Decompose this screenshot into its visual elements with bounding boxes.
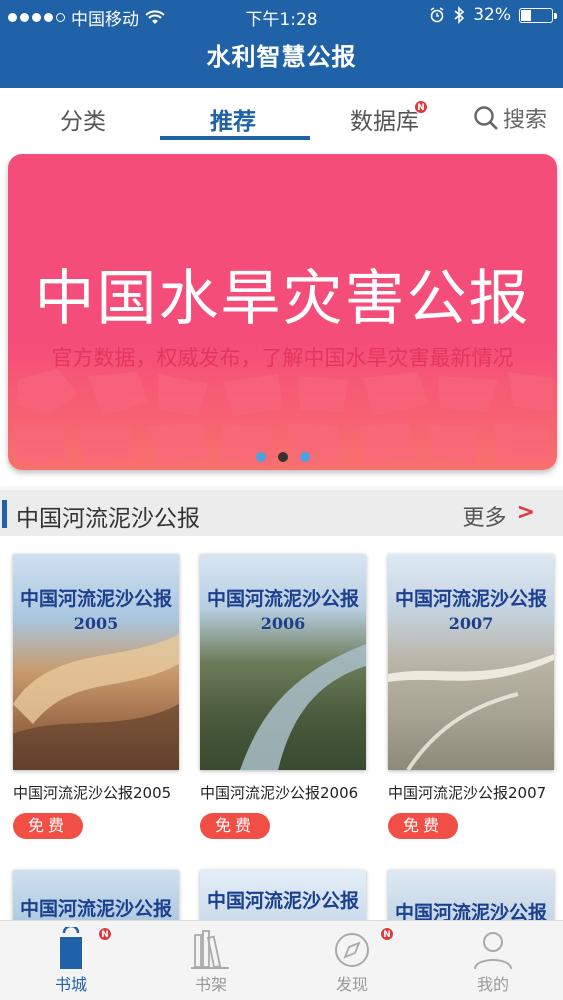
- search-icon: [474, 106, 498, 130]
- book-item-2005[interactable]: 中国河流泥沙公报 2005 中国河流泥沙公报2005 免费: [13, 554, 179, 839]
- tabbar-discover-label: 发现: [335, 975, 368, 994]
- book-cover[interactable]: 中国河流泥沙公报 2007: [388, 554, 554, 770]
- discover-new-badge: N: [380, 927, 394, 941]
- free-badge[interactable]: 免费: [13, 813, 83, 839]
- tabbar-bookstore-label: 书城: [54, 975, 87, 994]
- pager-dot-2[interactable]: [277, 452, 288, 462]
- banner-carousel[interactable]: 中国水旱灾害公报 官方数据，权威发布，了解中国水旱灾害最新情况: [8, 154, 557, 470]
- cover-title: 中国河流泥沙公报: [206, 588, 359, 610]
- bookstore-new-badge: N: [98, 927, 112, 941]
- bluetooth-icon: [454, 6, 465, 24]
- free-badge[interactable]: 免费: [200, 813, 270, 839]
- cover-year: 2006: [260, 614, 306, 633]
- database-new-badge: N: [414, 100, 428, 114]
- tabbar-bookshelf-label: 书架: [194, 975, 227, 994]
- tab-database-label: 数据库: [350, 109, 419, 135]
- book-cover[interactable]: 中国河流泥沙公报 2006: [200, 554, 366, 770]
- cover-title: 中国河流泥沙公报: [19, 588, 172, 610]
- section-header: 中国河流泥沙公报 更多 >: [0, 490, 563, 536]
- chevron-right-icon: >: [516, 500, 535, 525]
- active-tab-indicator: [160, 136, 310, 140]
- tabbar-profile[interactable]: 我的: [453, 927, 533, 995]
- status-right: 32%: [429, 5, 557, 25]
- tabbar-profile-label: 我的: [476, 975, 509, 994]
- pager-dot-1[interactable]: [255, 452, 266, 462]
- section-title: 中国河流泥沙公报: [16, 506, 200, 532]
- more-label: 更多: [462, 506, 507, 531]
- cover-year: 2005: [73, 614, 119, 633]
- carousel-pager[interactable]: [8, 452, 557, 462]
- status-bar: 中国移动 下午1:28 32%: [0, 0, 563, 30]
- banner-title: 中国水旱灾害公报: [34, 264, 531, 334]
- cover-title: 中国河流泥沙公报: [394, 588, 547, 610]
- book-item-2007[interactable]: 中国河流泥沙公报 2007 中国河流泥沙公报2007 免费: [388, 554, 554, 839]
- top-tabs: 分类 推荐 数据库 N 搜索: [0, 88, 563, 146]
- book-title[interactable]: 中国河流泥沙公报2006: [200, 782, 366, 803]
- section-accent-bar: [2, 500, 7, 528]
- book-cover[interactable]: 中国河流泥沙公报 2005: [13, 554, 179, 770]
- pager-dot-3[interactable]: [299, 452, 310, 462]
- book-title[interactable]: 中国河流泥沙公报2007: [388, 782, 554, 803]
- book-list: 中国河流泥沙公报 2005 中国河流泥沙公报2005 免费 中国河流泥沙公报 2…: [0, 536, 563, 930]
- battery-percent: 32%: [473, 5, 511, 25]
- tab-database[interactable]: 数据库: [350, 102, 419, 136]
- banner-subtitle: 官方数据，权威发布，了解中国水旱灾害最新情况: [51, 346, 514, 370]
- top-bar: 中国移动 下午1:28 32% 水利智慧公报: [0, 0, 563, 88]
- search-label: 搜索: [502, 108, 547, 133]
- bookshelf-icon: [171, 927, 251, 971]
- alarm-icon: [430, 7, 444, 23]
- app-title: 水利智慧公报: [206, 43, 357, 71]
- search-button[interactable]: 搜索: [473, 102, 547, 134]
- user-icon: [453, 927, 533, 971]
- battery-icon: [519, 7, 557, 23]
- cover-year: 2007: [448, 614, 494, 633]
- bottom-tab-bar: 书城 N 书架 发现 N 我的: [0, 920, 563, 1000]
- tab-category[interactable]: 分类: [60, 102, 106, 136]
- tab-recommend[interactable]: 推荐: [210, 102, 256, 136]
- cover-title: 中国河流泥沙公报: [206, 890, 359, 912]
- tabbar-bookshelf[interactable]: 书架: [171, 927, 251, 995]
- cover-title: 中国河流泥沙公报: [19, 898, 172, 920]
- free-badge[interactable]: 免费: [388, 813, 458, 839]
- banner-area: 中国水旱灾害公报 官方数据，权威发布，了解中国水旱灾害最新情况: [0, 146, 563, 486]
- book-item-2006[interactable]: 中国河流泥沙公报 2006 中国河流泥沙公报2006 免费: [200, 554, 366, 839]
- book-title[interactable]: 中国河流泥沙公报2005: [13, 782, 179, 803]
- more-link[interactable]: 更多 >: [463, 500, 535, 532]
